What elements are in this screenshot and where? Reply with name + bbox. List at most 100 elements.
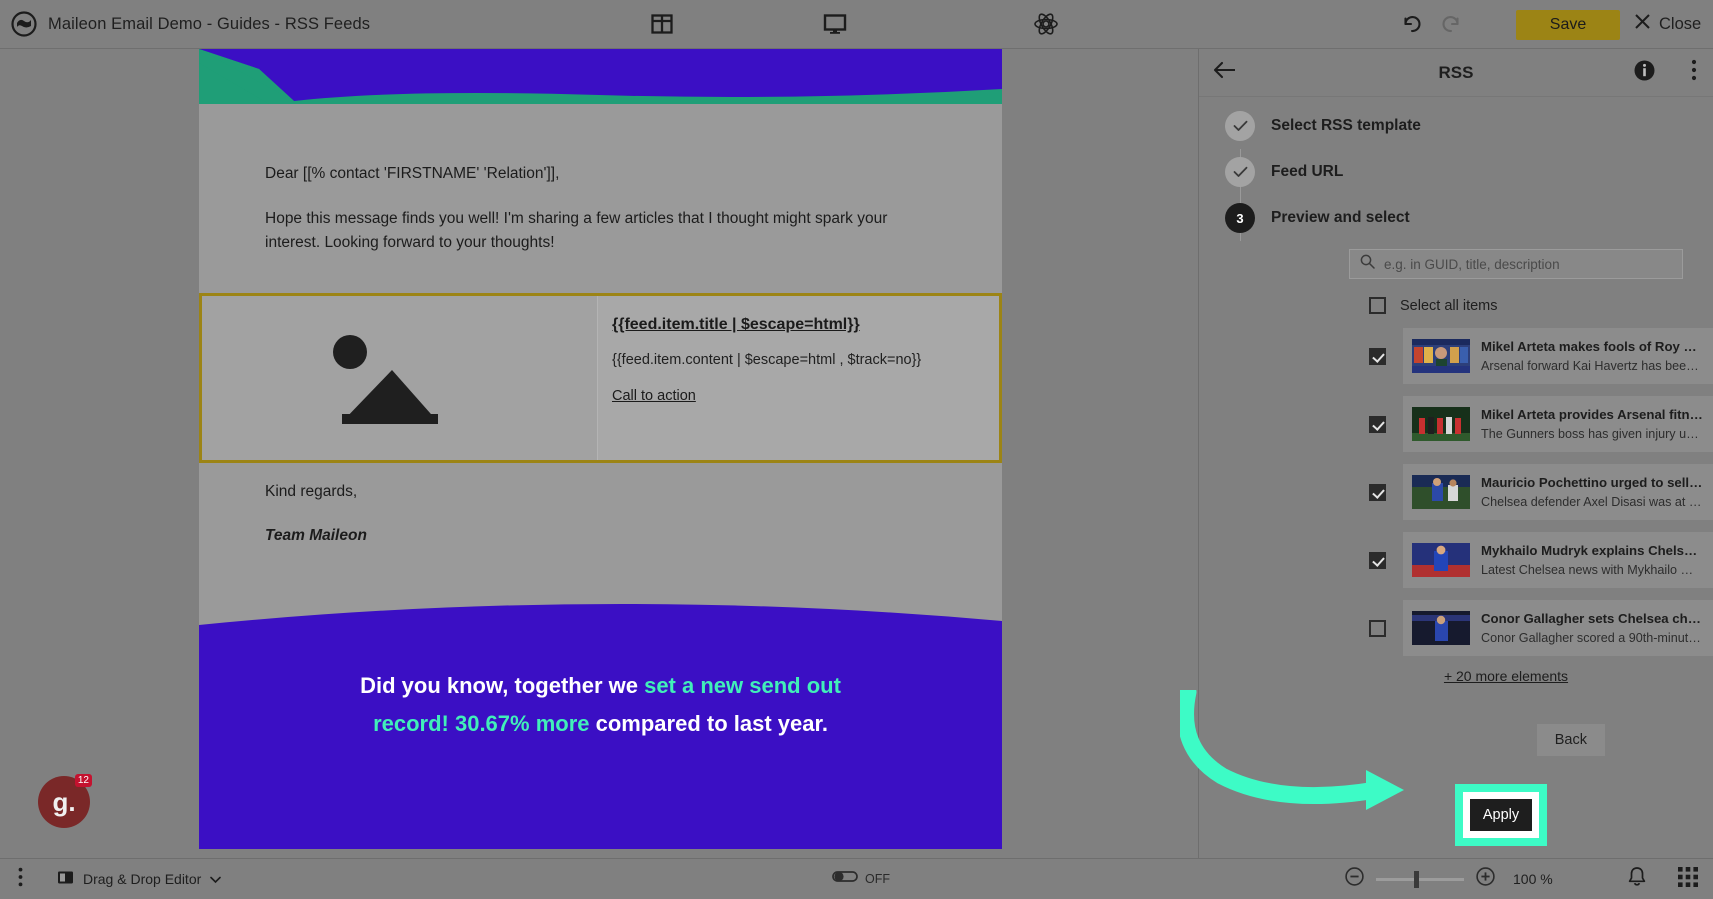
item-title: Mikel Arteta provides Arsenal fitness up… [1481, 407, 1703, 422]
footer-line2-part1: record! 30.67% more [373, 711, 590, 736]
item-card[interactable]: Mikel Arteta makes fools of Roy Keane a…… [1403, 328, 1713, 384]
search-icon [1360, 254, 1375, 274]
save-button[interactable]: Save [1516, 10, 1620, 40]
footer-line1-part2: set a new send out [644, 673, 841, 698]
search-input[interactable] [1384, 256, 1672, 272]
step-label: Preview and select [1271, 209, 1410, 226]
step-feed-url[interactable]: Feed URL [1199, 149, 1713, 195]
rss-image-placeholder [202, 296, 598, 460]
email-intro-paragraph: Hope this message finds you well! I'm sh… [265, 210, 888, 251]
list-item[interactable]: Conor Gallagher sets Chelsea challenge …… [1199, 600, 1713, 656]
editor-mode-label: Drag & Drop Editor [83, 871, 202, 887]
item-text: Conor Gallagher sets Chelsea challenge …… [1481, 610, 1703, 646]
step-number: 3 [1225, 203, 1255, 233]
apply-button-highlight: Apply [1455, 784, 1547, 846]
item-title: Mykhailo Mudryk explains Chelsea goal c… [1481, 543, 1703, 558]
email-greeting: Dear [[% contact 'FIRSTNAME' 'Relation']… [265, 165, 560, 182]
item-thumbnail [1412, 543, 1470, 577]
toggle-off-icon [832, 869, 858, 889]
footer-line1-part1: Did you know, together we [360, 673, 645, 698]
undo-icon[interactable] [1398, 10, 1426, 38]
rss-item-list: Mikel Arteta makes fools of Roy Keane a…… [1199, 328, 1713, 656]
item-description: Conor Gallagher scored a 90th-minute win… [1481, 631, 1703, 645]
email-hero-band [199, 49, 1002, 104]
layout-columns-icon[interactable] [647, 9, 677, 39]
apply-button[interactable]: Apply [1470, 799, 1532, 831]
email-footer-band: Did you know, together we set a new send… [199, 599, 1002, 849]
item-text: Mikel Arteta makes fools of Roy Keane a…… [1481, 338, 1703, 374]
rss-item-content: {{feed.item.content | $escape=html , $tr… [612, 352, 922, 368]
desktop-preview-icon[interactable] [820, 9, 850, 39]
list-item[interactable]: Mikel Arteta provides Arsenal fitness up… [1199, 396, 1713, 452]
item-thumbnail [1412, 339, 1470, 373]
item-checkbox[interactable] [1369, 483, 1386, 501]
item-checkbox[interactable] [1369, 619, 1386, 637]
item-title: Mauricio Pochettino urged to sell Chelse… [1481, 475, 1703, 490]
item-thumbnail [1412, 611, 1470, 645]
rss-side-panel: RSS Select RSS template Feed URL 3 Previ… [1198, 49, 1713, 858]
rss-call-to-action-link[interactable]: Call to action [612, 388, 981, 404]
select-all-label: Select all items [1400, 297, 1498, 314]
item-card[interactable]: Mauricio Pochettino urged to sell Chelse… [1403, 464, 1713, 520]
zoom-slider-thumb[interactable] [1414, 870, 1419, 888]
editor-mode-selector[interactable]: Drag & Drop Editor [57, 869, 222, 889]
bell-icon[interactable] [1627, 866, 1647, 892]
more-elements-link[interactable]: + 20 more elements [1299, 668, 1713, 684]
zoom-level-label: 100 % [1513, 871, 1553, 887]
item-text: Mykhailo Mudryk explains Chelsea goal c…… [1481, 542, 1703, 578]
close-label: Close [1659, 14, 1702, 33]
toggle-label: OFF [865, 872, 890, 886]
step-label: Feed URL [1271, 163, 1344, 180]
list-item[interactable]: Mykhailo Mudryk explains Chelsea goal c…… [1199, 532, 1713, 588]
page-title: Maileon Email Demo - Guides - RSS Feeds [48, 14, 371, 33]
arrow-left-icon[interactable] [1213, 60, 1237, 85]
chevron-down-icon [210, 871, 222, 887]
plus-circle-icon[interactable] [1476, 867, 1495, 891]
step-preview-and-select[interactable]: 3 Preview and select [1199, 195, 1713, 241]
list-item[interactable]: Mauricio Pochettino urged to sell Chelse… [1199, 464, 1713, 520]
item-checkbox[interactable] [1369, 347, 1386, 365]
maileon-logo-icon [10, 10, 38, 38]
step-check-icon [1225, 111, 1255, 141]
rss-item-title: {{feed.item.title | $escape=html}} [612, 316, 860, 333]
zoom-slider[interactable] [1376, 870, 1464, 888]
item-card[interactable]: Mikel Arteta provides Arsenal fitness up… [1403, 396, 1713, 452]
watermark-label: g. [52, 786, 76, 817]
email-canvas[interactable]: Dear [[% contact 'FIRSTNAME' 'Relation']… [0, 49, 1198, 858]
redo-icon[interactable] [1437, 10, 1465, 38]
preview-toggle[interactable]: OFF [832, 869, 890, 889]
item-thumbnail [1412, 407, 1470, 441]
bottom-toolbar: Drag & Drop Editor OFF 100 % [0, 858, 1713, 899]
email-team-name: Team Maileon [265, 527, 367, 544]
search-field[interactable] [1349, 249, 1683, 279]
grid-apps-icon[interactable] [1678, 866, 1698, 892]
select-all-row[interactable]: Select all items [1369, 297, 1713, 314]
rss-content-block[interactable]: {{feed.item.title | $escape=html}} {{fee… [199, 293, 1002, 463]
item-description: The Gunners boss has given injury update… [1481, 427, 1703, 441]
apply-button-highlight-inner: Apply [1463, 792, 1539, 838]
minus-circle-icon[interactable] [1345, 867, 1364, 891]
email-sheet: Dear [[% contact 'FIRSTNAME' 'Relation']… [199, 49, 1002, 849]
close-button[interactable]: Close [1634, 13, 1701, 35]
rss-stepper: Select RSS template Feed URL 3 Preview a… [1199, 103, 1713, 241]
atom-icon[interactable] [1030, 8, 1062, 40]
select-all-checkbox[interactable] [1369, 297, 1386, 314]
editor-icon [57, 869, 74, 889]
more-vertical-icon[interactable] [18, 867, 23, 892]
item-description: Arsenal forward Kai Havertz has been in … [1481, 359, 1703, 373]
back-button[interactable]: Back [1536, 724, 1605, 756]
more-vertical-icon[interactable] [1691, 59, 1697, 86]
email-signoff: Kind regards, [265, 483, 358, 500]
list-item[interactable]: Mikel Arteta makes fools of Roy Keane a…… [1199, 328, 1713, 384]
step-label: Select RSS template [1271, 117, 1421, 134]
item-title: Conor Gallagher sets Chelsea challenge … [1481, 611, 1703, 626]
info-icon[interactable] [1634, 60, 1655, 86]
zoom-control: 100 % [1345, 867, 1553, 891]
item-checkbox[interactable] [1369, 415, 1386, 433]
item-card[interactable]: Mykhailo Mudryk explains Chelsea goal c…… [1403, 532, 1713, 588]
item-card[interactable]: Conor Gallagher sets Chelsea challenge …… [1403, 600, 1713, 656]
step-select-rss-template[interactable]: Select RSS template [1199, 103, 1713, 149]
item-checkbox[interactable] [1369, 551, 1386, 569]
item-text: Mikel Arteta provides Arsenal fitness up… [1481, 406, 1703, 442]
panel-action-row: Back [1199, 724, 1713, 756]
